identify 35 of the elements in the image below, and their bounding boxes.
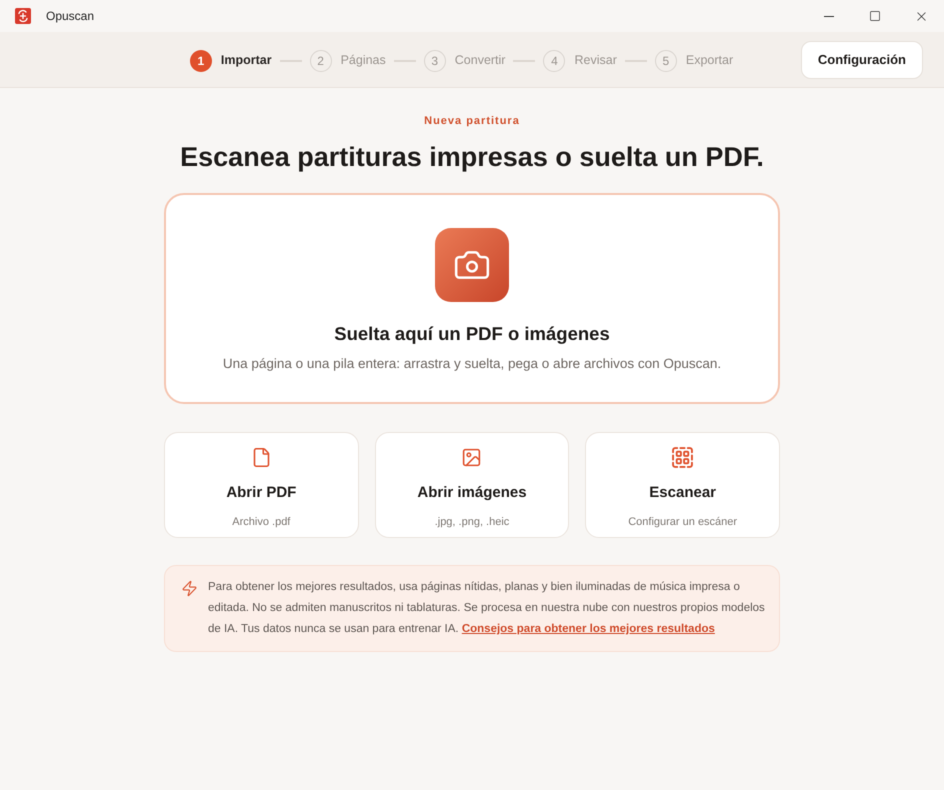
action-card[interactable]: Abrir imágenes .jpg, .png, .heic: [374, 432, 570, 538]
drop-zone[interactable]: Suelta aquí un PDF o imágenes Una página o una pila entera: arrastra y suelta, pega o abre archivos con Opuscan.: [164, 193, 780, 404]
action-card[interactable]: Escanear Configurar un escáner: [585, 432, 780, 538]
step-number: 1: [190, 50, 212, 72]
page-heading: Escanea partituras impresas o suelta un PDF.: [180, 140, 764, 174]
step-number: 2: [310, 50, 332, 72]
step-number: 4: [543, 50, 566, 72]
file-icon: [250, 447, 272, 468]
action-subtitle: Archivo .pdf: [232, 514, 290, 530]
settings-button[interactable]: Configuración: [800, 40, 923, 78]
scan-icon: [672, 447, 694, 468]
action-card[interactable]: Abrir PDF Archivo .pdf: [164, 432, 359, 538]
tip-text: Para obtener los mejores resultados, usa páginas nítidas, planas y bien iluminadas de música impresa o editada. No se admiten manuscritos ni tablaturas. Se procesa en nuestra nube con nuestros propios modelos de IA. Tus datos nunca se usan para entrenar IA. Consejos para obtener los mejores resultados: [208, 580, 765, 637]
lightning-icon: [181, 580, 198, 597]
drop-zone-title: Suelta aquí un PDF o imágenes: [334, 322, 610, 346]
step-number: 3: [424, 50, 446, 72]
step-label: Convertir: [454, 52, 506, 70]
action-title: Abrir imágenes: [417, 483, 527, 503]
step-label: Exportar: [686, 52, 734, 70]
step-label: Páginas: [340, 52, 386, 70]
step-label: Revisar: [574, 52, 617, 70]
camera-icon: [435, 228, 509, 302]
eyebrow-label: Nueva partitura: [424, 114, 520, 129]
step-label: Importar: [220, 52, 272, 70]
image-icon: [461, 447, 482, 468]
action-title: Abrir PDF: [226, 483, 296, 503]
step-number: 5: [654, 50, 677, 72]
action-title: Escanear: [649, 483, 716, 503]
window-title: Opuscan: [46, 8, 94, 25]
drop-zone-subtitle: Una página o una pila entera: arrastra y suelta, pega o abre archivos con Opuscan.: [222, 354, 722, 373]
action-subtitle: .jpg, .png, .heic: [434, 514, 510, 530]
action-subtitle: Configurar un escáner: [628, 514, 738, 530]
tips-link[interactable]: Consejos para obtener los mejores resultados: [462, 623, 715, 635]
app-logo-icon: [15, 8, 31, 24]
maximize-icon: [869, 10, 881, 22]
